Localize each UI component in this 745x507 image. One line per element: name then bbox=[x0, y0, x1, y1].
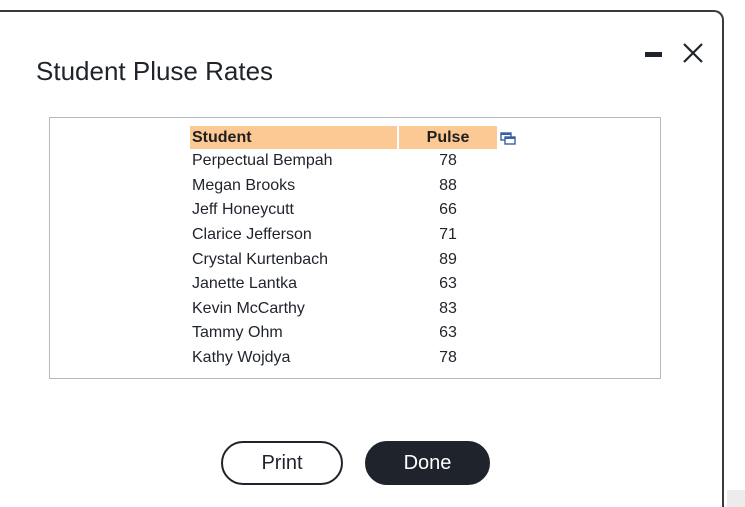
cell-student-name: Tammy Ohm bbox=[192, 324, 283, 342]
table-row: Janette Lantka 63 bbox=[190, 272, 497, 297]
cell-pulse-value: 88 bbox=[439, 176, 457, 194]
cell-pulse-value: 66 bbox=[439, 201, 457, 219]
column-header-student: Student bbox=[190, 126, 399, 149]
done-button[interactable]: Done bbox=[365, 441, 490, 485]
table-row: Crystal Kurtenbach 89 bbox=[190, 247, 497, 272]
cell-pulse-value: 89 bbox=[439, 250, 457, 268]
cell-pulse-value: 83 bbox=[439, 299, 457, 317]
page: Student Pluse Rates Student Pulse Perpec… bbox=[0, 0, 745, 507]
minimize-icon[interactable] bbox=[644, 42, 664, 62]
dialog-title: Student Pluse Rates bbox=[36, 56, 274, 86]
close-icon-glyph bbox=[683, 43, 703, 63]
cell-student-name: Megan Brooks bbox=[192, 176, 296, 194]
cell-student-name: Kathy Wojdya bbox=[192, 349, 291, 367]
cell-pulse-value: 71 bbox=[439, 226, 457, 244]
table-row: Perpectual Bempah 78 bbox=[190, 149, 497, 174]
cell-pulse-value: 78 bbox=[439, 349, 457, 367]
table-row: Clarice Jefferson 71 bbox=[190, 223, 497, 248]
table-frame: Student Pulse Perpectual Bempah 78 Megan B… bbox=[49, 117, 661, 379]
table-row: Kevin McCarthy 83 bbox=[190, 297, 497, 322]
table-body: Perpectual Bempah 78 Megan Brooks 88 Jeff Ho… bbox=[190, 149, 497, 370]
cell-pulse-value: 63 bbox=[439, 324, 457, 342]
cell-pulse-value: 78 bbox=[439, 152, 457, 170]
cell-student-name: Janette Lantka bbox=[192, 275, 297, 293]
cell-student-name: Perpectual Bempah bbox=[192, 152, 333, 170]
right-gutter bbox=[727, 0, 745, 507]
table-row: Jeff Honeycutt 66 bbox=[190, 198, 497, 223]
cell-student-name: Crystal Kurtenbach bbox=[192, 250, 329, 268]
gutter-strip bbox=[727, 490, 745, 507]
column-header-pulse: Pulse bbox=[399, 126, 497, 149]
table-header-row: Student Pulse bbox=[190, 126, 497, 149]
print-button[interactable]: Print bbox=[221, 441, 343, 485]
table-row: Megan Brooks 88 bbox=[190, 174, 497, 199]
cell-student-name: Kevin McCarthy bbox=[192, 299, 305, 317]
cell-student-name: Jeff Honeycutt bbox=[192, 201, 294, 219]
copy-icon-glyph bbox=[500, 132, 516, 145]
copy-icon[interactable] bbox=[500, 132, 516, 146]
cell-student-name: Clarice Jefferson bbox=[192, 226, 312, 244]
cell-pulse-value: 63 bbox=[439, 275, 457, 293]
close-icon[interactable] bbox=[682, 42, 704, 66]
student-pulse-table: Student Pulse Perpectual Bempah 78 Megan B… bbox=[190, 126, 497, 370]
table-row: Kathy Wojdya 78 bbox=[190, 346, 497, 371]
table-row: Tammy Ohm 63 bbox=[190, 321, 497, 346]
